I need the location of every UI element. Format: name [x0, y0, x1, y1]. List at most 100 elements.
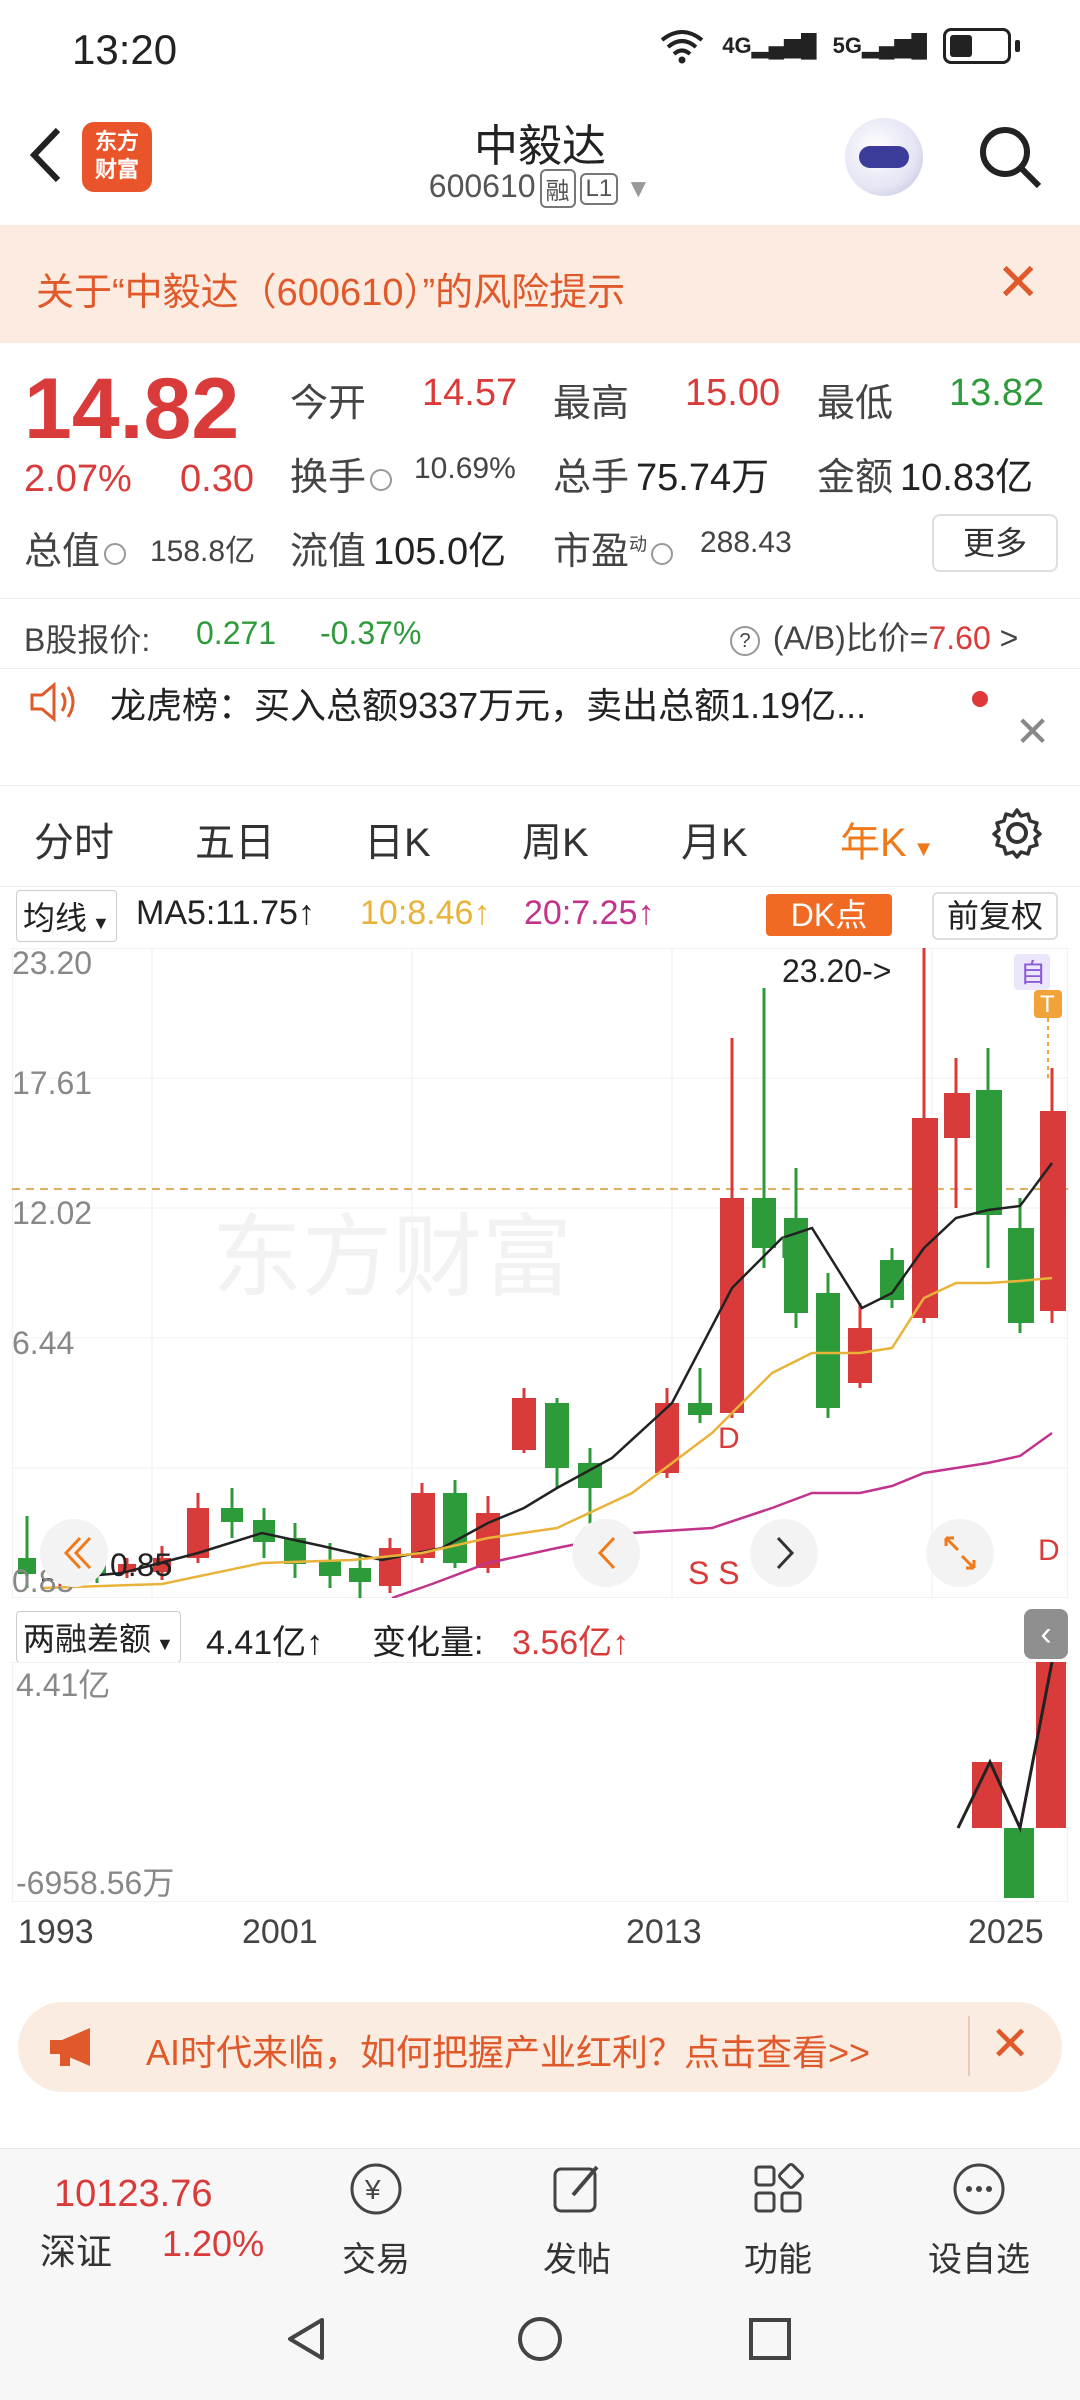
- fullscreen-icon[interactable]: [926, 1519, 994, 1587]
- close-icon[interactable]: ✕: [990, 2016, 1030, 2072]
- index-value[interactable]: 10123.76: [54, 2173, 213, 2216]
- pe-superscript: 动: [629, 534, 648, 555]
- scroll-left-button[interactable]: [40, 1519, 108, 1587]
- tab-daily-k[interactable]: 日K: [364, 810, 431, 868]
- chevron-right-icon: >: [999, 620, 1019, 656]
- sub-y-bottom: -6958.56万: [16, 1865, 174, 1901]
- ma5-value: MA5:11.75↑: [136, 894, 315, 932]
- chevron-down-icon: ▼: [618, 173, 652, 203]
- chevron-down-icon: ▼: [906, 836, 935, 861]
- ma10-value: 10:8.46↑: [360, 894, 491, 932]
- gear-icon[interactable]: [990, 806, 1044, 860]
- clock: 13:20: [72, 26, 178, 73]
- change-label: 变化量:: [372, 1624, 484, 1662]
- battery-tip: [1015, 40, 1020, 52]
- index-name[interactable]: 深证: [40, 2223, 112, 2275]
- risk-banner[interactable]: 关于“中毅达（600610）”的风险提示 ✕: [0, 225, 1080, 343]
- back-triangle-icon[interactable]: [282, 2314, 332, 2364]
- home-circle-icon[interactable]: [515, 2314, 565, 2364]
- ab-ratio: ? (A/B)比价=7.60 >: [726, 613, 1018, 659]
- low-label: 最低: [817, 383, 894, 425]
- ai-assistant-avatar[interactable]: [845, 118, 923, 196]
- recents-square-icon[interactable]: [745, 2314, 795, 2364]
- ad-text: AI时代来临，如何把握产业红利？点击查看>>: [146, 2032, 871, 2073]
- sub-y-top: 4.41亿: [16, 1667, 110, 1703]
- nav-add-watchlist[interactable]: 设自选: [909, 2159, 1049, 2281]
- turnover-label: 换手: [290, 446, 396, 501]
- wifi-icon: [661, 30, 704, 64]
- risk-banner-text: 关于“中毅达（600610）”的风险提示: [36, 272, 626, 314]
- speaker-icon: [30, 681, 75, 723]
- more-button[interactable]: 更多: [932, 514, 1058, 572]
- close-icon[interactable]: ✕: [1015, 707, 1050, 756]
- amount-value: 10.83亿: [900, 457, 1034, 499]
- min-price-note: 0.85: [110, 1547, 172, 1583]
- amount-label: 金额: [817, 457, 894, 499]
- year-label: 2025: [968, 1913, 1044, 1951]
- yearly-k-chart[interactable]: 东方财富 23.20 17.61 12.02 6.44 0.85 23.20->…: [12, 948, 1068, 1598]
- tab-weekly-k[interactable]: 周K: [522, 810, 589, 868]
- turnover-value: 10.69%: [414, 452, 516, 485]
- chevron-down-icon: ▼: [151, 1634, 174, 1654]
- b-share-row[interactable]: B股报价: 0.271 -0.37% ? (A/B)比价=7.60 >: [0, 598, 1080, 669]
- chevron-down-icon: ▼: [87, 913, 110, 933]
- max-price-note: 23.20->: [782, 953, 891, 989]
- adjust-mode-button[interactable]: 前复权: [932, 892, 1058, 940]
- tab-intraday[interactable]: 分时: [34, 810, 114, 868]
- status-bar: 13:20 4G▂▄▆█ 5G▂▄▆█: [0, 0, 1080, 100]
- margin-tag: 融: [539, 169, 576, 209]
- nav-functions[interactable]: 功能: [708, 2159, 848, 2281]
- low-value: 13.82: [949, 372, 1045, 414]
- stock-code: 600610: [428, 168, 536, 204]
- dragon-tiger-text: 龙虎榜：买入总额9337万元，卖出总额1.19亿...: [110, 685, 867, 726]
- prev-button[interactable]: [572, 1519, 640, 1587]
- nav-post-label: 发帖: [543, 2241, 611, 2279]
- change-value: 3.56亿↑: [512, 1624, 630, 1662]
- tab-monthly-k[interactable]: 月K: [681, 810, 748, 868]
- nav-post[interactable]: 发帖: [507, 2159, 647, 2281]
- b-share-label: B股报价:: [24, 622, 151, 658]
- unread-dot: [972, 691, 988, 707]
- dk-point-button[interactable]: DK点: [766, 894, 892, 936]
- ma-selector[interactable]: 均线 ▼: [16, 890, 117, 942]
- ab-ratio-value: 7.60: [928, 620, 991, 656]
- level-tag: L1: [579, 172, 619, 205]
- collapse-panel-button[interactable]: ‹: [1024, 1609, 1068, 1659]
- index-change[interactable]: 1.20%: [162, 2223, 264, 2265]
- back-button[interactable]: [20, 120, 80, 200]
- megaphone-icon: [50, 2028, 90, 2066]
- y-axis-label-max: 23.20: [12, 948, 92, 981]
- mktcap-value: 158.8亿: [150, 535, 256, 568]
- svg-text:¥: ¥: [364, 2174, 381, 2205]
- signal-d: D: [718, 1422, 740, 1455]
- margin-balance-chart[interactable]: 4.41亿 -6958.56万: [12, 1662, 1068, 1902]
- nav-trade[interactable]: ¥ 交易: [306, 2159, 446, 2281]
- more-icon: [953, 2163, 1005, 2215]
- next-button[interactable]: [750, 1519, 818, 1587]
- battery-icon: [943, 28, 1011, 64]
- search-icon[interactable]: [975, 122, 1045, 192]
- edit-icon: [553, 2165, 599, 2213]
- tab-five-day[interactable]: 五日: [195, 810, 275, 868]
- ad-banner[interactable]: AI时代来临，如何把握产业红利？点击查看>> ✕: [18, 2002, 1062, 2092]
- logo-text-1: 东方: [94, 129, 139, 154]
- indicator-selector[interactable]: 两融差额 ▼: [16, 1611, 181, 1663]
- margin-indicator-row: 两融差额 ▼ 4.41亿↑ 变化量: 3.56亿↑ ‹: [0, 1605, 1080, 1663]
- float-label: 流值: [290, 531, 367, 573]
- info-icon: [651, 542, 674, 565]
- nav-add-watchlist-label: 设自选: [928, 2241, 1030, 2279]
- eastmoney-logo[interactable]: 东方 财富: [82, 122, 152, 192]
- watermark: 东方财富: [212, 1208, 572, 1308]
- info-icon: [104, 542, 127, 565]
- nav-functions-label: 功能: [744, 2241, 812, 2279]
- close-icon[interactable]: ✕: [996, 253, 1040, 313]
- logo-text-2: 财富: [94, 157, 139, 182]
- divider: [968, 2016, 970, 2076]
- dragon-tiger-notice[interactable]: 龙虎榜：买入总额9337万元，卖出总额1.19亿... ✕: [0, 668, 1080, 779]
- y-axis-label-4: 6.44: [12, 1325, 74, 1361]
- current-price: 14.82: [24, 361, 240, 457]
- tab-yearly-k[interactable]: 年K ▼: [840, 810, 935, 868]
- ab-ratio-label: (A/B)比价=: [772, 620, 929, 656]
- chevron-left-icon: [29, 127, 61, 183]
- b-share-change: -0.37%: [320, 615, 422, 651]
